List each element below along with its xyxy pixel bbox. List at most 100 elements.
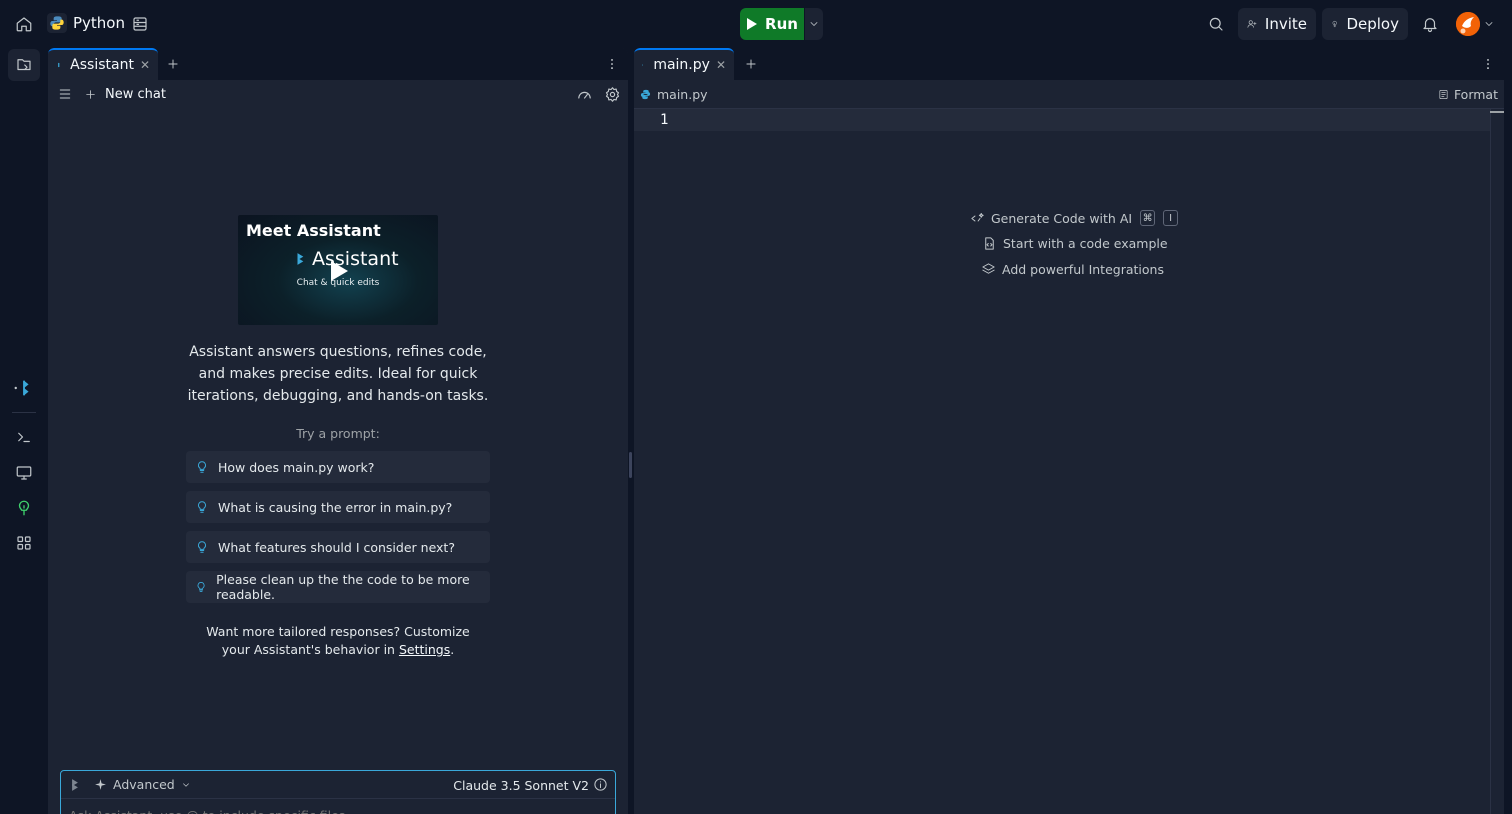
prompt-suggestion[interactable]: What features should I consider next? <box>186 531 490 563</box>
assistant-tab-bar: Assistant ✕ <box>48 48 628 80</box>
lightbulb-icon <box>197 541 207 553</box>
avatar[interactable] <box>1456 12 1480 36</box>
new-chat-label: New chat <box>105 87 166 102</box>
prompt-text: What is causing the error in main.py? <box>218 499 453 515</box>
new-chat-button[interactable]: New chat <box>84 87 166 102</box>
chevron-down-icon <box>182 782 189 787</box>
deployments-icon[interactable] <box>12 496 36 520</box>
bell-icon[interactable] <box>1416 10 1444 38</box>
more-options-icon[interactable] <box>598 50 626 78</box>
tab-assistant-label: Assistant <box>70 57 134 73</box>
run-options-dropdown[interactable] <box>805 8 823 40</box>
active-line-highlight[interactable] <box>634 109 1490 131</box>
prompt-suggestion[interactable]: How does main.py work? <box>186 451 490 483</box>
app-title[interactable]: Python <box>73 14 125 32</box>
settings-gear-icon[interactable] <box>598 80 626 108</box>
python-file-icon <box>640 89 651 100</box>
close-icon[interactable]: ✕ <box>716 58 726 72</box>
generate-code-label: Generate Code with AI <box>991 210 1133 226</box>
integrations-label: Add powerful Integrations <box>1002 262 1164 277</box>
chat-input-box: Advanced Claude 3.5 Sonnet V2 <box>60 770 616 814</box>
workspace-panel-icon[interactable] <box>126 10 154 38</box>
close-icon[interactable]: ✕ <box>140 58 150 72</box>
kbd-i: I <box>1163 210 1179 226</box>
customize-note: Want more tailored responses? Customize … <box>198 623 478 659</box>
add-tab-icon[interactable] <box>159 50 187 78</box>
assistant-rail-icon[interactable] <box>12 376 36 400</box>
assistant-intro-text: Assistant answers questions, refines cod… <box>187 344 489 404</box>
scrollbar-cursor-marker <box>1490 111 1504 113</box>
deploy-button[interactable]: Deploy <box>1322 8 1408 40</box>
run-label: Run <box>765 15 798 33</box>
try-prompt-label: Try a prompt: <box>296 426 380 441</box>
chevron-down-icon <box>810 22 818 26</box>
files-panel-button[interactable] <box>8 49 40 81</box>
info-icon[interactable] <box>593 777 608 792</box>
intro-video-card[interactable]: Meet Assistant Assistant Chat & quick ed… <box>238 215 438 325</box>
chat-input-field[interactable] <box>69 805 605 814</box>
play-icon <box>747 18 758 30</box>
tab-assistant[interactable]: Assistant ✕ <box>48 48 158 80</box>
advanced-label: Advanced <box>113 777 175 792</box>
code-file-icon <box>985 237 994 250</box>
layers-icon <box>982 263 995 274</box>
sparkle-icon <box>95 779 106 790</box>
tab-main-py-label: main.py <box>653 57 710 73</box>
apps-grid-icon[interactable] <box>12 531 36 555</box>
advanced-mode-dropdown[interactable]: Advanced <box>94 777 191 792</box>
lightbulb-icon <box>197 501 207 513</box>
prompt-suggestion[interactable]: What is causing the error in main.py? <box>186 491 490 523</box>
search-icon[interactable] <box>1202 10 1230 38</box>
rail-divider <box>12 412 36 413</box>
more-options-icon[interactable] <box>1474 50 1502 78</box>
invite-button[interactable]: Invite <box>1238 8 1316 40</box>
invite-label: Invite <box>1264 15 1307 33</box>
run-button[interactable]: Run <box>740 8 804 40</box>
play-icon[interactable] <box>329 260 349 282</box>
customize-note-suffix: . <box>450 642 455 657</box>
format-icon <box>1439 90 1448 99</box>
panel-resize-handle[interactable] <box>629 452 632 478</box>
lightbulb-icon <box>197 461 207 473</box>
assistant-logo-icon <box>297 253 304 265</box>
video-title: Meet Assistant <box>246 221 381 240</box>
console-monitor-icon[interactable] <box>12 461 36 485</box>
code-example-label: Start with a code example <box>1003 236 1168 251</box>
editor-tab-bar: main.py ✕ <box>634 48 1504 80</box>
avatar-chevron-down-icon[interactable] <box>1480 10 1498 38</box>
chat-history-menu-icon[interactable] <box>51 80 79 108</box>
integrations-hint[interactable]: Add powerful Integrations <box>981 262 1164 277</box>
deploy-label: Deploy <box>1346 15 1399 33</box>
assistant-icon <box>58 62 61 68</box>
home-icon[interactable] <box>10 10 38 38</box>
video-brand-label: Assistant <box>312 248 399 270</box>
line-number: 1 <box>660 112 669 128</box>
prompt-text: Please clean up the the code to be more … <box>216 572 470 602</box>
generate-code-hint[interactable]: Generate Code with AI ⌘ I <box>970 210 1179 226</box>
code-sparkle-icon <box>971 212 984 221</box>
format-button[interactable]: Format <box>1438 87 1498 102</box>
assistant-icon <box>72 779 78 791</box>
prompt-text: What features should I consider next? <box>218 539 455 555</box>
model-selector[interactable]: Claude 3.5 Sonnet V2 <box>453 778 589 793</box>
plus-icon <box>86 90 95 99</box>
format-label: Format <box>1453 87 1498 102</box>
editor-panel: main.py ✕ main.py Format 1 Generate Code… <box>634 48 1504 814</box>
chat-input-header: Advanced Claude 3.5 Sonnet V2 <box>61 771 615 799</box>
add-user-icon <box>1247 20 1257 28</box>
top-bar: Python Run Invite Deploy <box>0 0 1512 48</box>
shell-icon[interactable] <box>12 425 36 449</box>
breadcrumb-label: main.py <box>657 87 708 102</box>
lightbulb-icon <box>197 582 205 592</box>
editor-scrollbar[interactable] <box>1490 109 1491 814</box>
prompt-suggestion[interactable]: Please clean up the the code to be more … <box>186 571 490 603</box>
tab-main-py[interactable]: main.py ✕ <box>634 48 734 80</box>
code-example-hint[interactable]: Start with a code example <box>982 236 1168 251</box>
add-tab-icon[interactable] <box>737 50 765 78</box>
speed-gauge-icon[interactable] <box>570 80 598 108</box>
breadcrumb[interactable]: main.py <box>640 87 708 102</box>
files-icon <box>17 59 31 71</box>
kbd-cmd: ⌘ <box>1140 210 1156 226</box>
settings-link[interactable]: Settings <box>399 642 450 657</box>
prompt-text: How does main.py work? <box>218 459 375 475</box>
